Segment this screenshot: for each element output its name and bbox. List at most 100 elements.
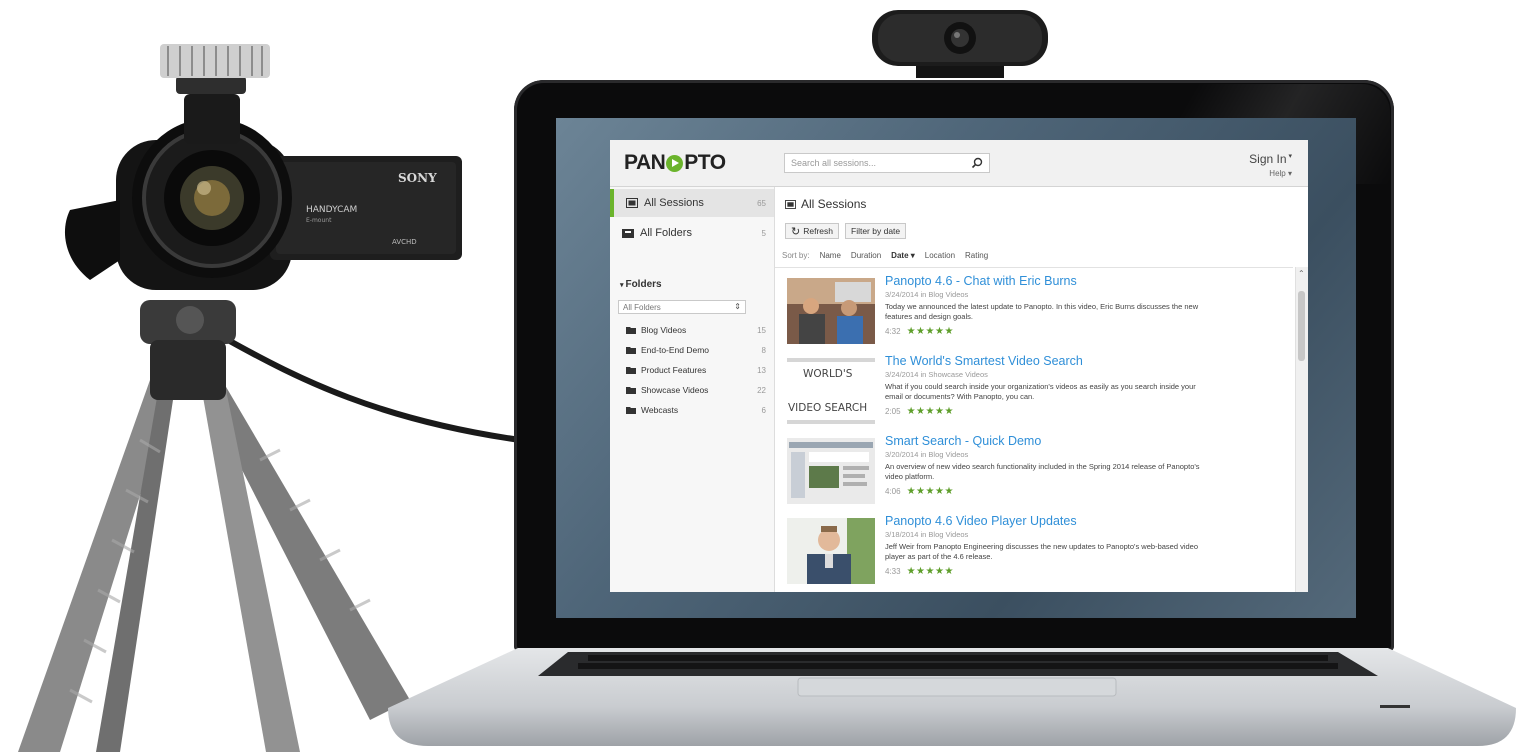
folder-label: Blog Videos <box>641 325 687 335</box>
folder-label: Webcasts <box>641 405 679 415</box>
session-date: 3/24/2014 <box>885 370 919 379</box>
camcorder-brand: SONY <box>398 171 437 185</box>
folder-label: Product Features <box>641 365 707 375</box>
session-duration: 4:06 <box>885 487 901 496</box>
session-folder-link[interactable]: Showcase Videos <box>928 370 987 379</box>
rating-stars-icon[interactable]: ★★★★★ <box>907 486 954 497</box>
panopto-app-window: PAN PTO Search all sessions... Sign In ▾… <box>610 140 1308 592</box>
help-label: Help <box>1269 169 1286 178</box>
sort-bar: Sort by: Name Duration Date ▾ Location R… <box>782 251 988 260</box>
search-placeholder: Search all sessions... <box>791 158 877 168</box>
refresh-button[interactable]: ↻ Refresh <box>785 223 839 239</box>
scroll-up-icon[interactable]: ⌃ <box>1298 269 1305 278</box>
session-title-link[interactable]: Smart Search - Quick Demo <box>885 434 1041 448</box>
folder-item-showcase-videos[interactable]: Showcase Videos 22 <box>626 381 766 399</box>
session-duration: 4:33 <box>885 567 901 576</box>
panopto-logo[interactable]: PAN PTO <box>624 151 726 175</box>
sidebar: All Sessions 65 All Folders 5 ▾ Folders … <box>610 187 775 592</box>
folder-count: 22 <box>757 385 766 395</box>
session-description: Jeff Weir from Panopto Engineering discu… <box>885 542 1199 561</box>
folder-item-product-features[interactable]: Product Features 13 <box>626 361 766 379</box>
laptop-keyboard-deck <box>388 648 1516 746</box>
session-title-link[interactable]: Panopto 4.6 - Chat with Eric Burns <box>885 274 1077 288</box>
session-duration: 2:05 <box>885 407 901 416</box>
sort-option-name[interactable]: Name <box>820 251 841 260</box>
play-logo-icon <box>666 154 684 172</box>
logo-text-left: PAN <box>624 151 666 174</box>
search-icon[interactable] <box>971 157 983 169</box>
video-thumbnail-image <box>787 518 875 584</box>
sidebar-item-all-sessions[interactable]: All Sessions 65 <box>610 189 774 217</box>
session-item[interactable]: Panopto 4.6 - Chat with Eric Burns 3/24/… <box>787 274 1287 354</box>
session-in: in <box>920 290 927 299</box>
sort-option-location[interactable]: Location <box>925 251 955 260</box>
video-thumbnail-image <box>787 278 875 344</box>
rating-stars-icon[interactable]: ★★★★★ <box>907 326 954 337</box>
rating-stars-icon[interactable]: ★★★★★ <box>907 566 954 577</box>
session-thumbnail[interactable] <box>787 438 875 504</box>
sidebar-item-all-folders[interactable]: All Folders 5 <box>610 219 774 247</box>
session-list-scrollbar[interactable]: ⌃ <box>1295 267 1308 592</box>
session-meta: 3/20/2014 in Blog Videos <box>885 450 968 459</box>
scrollbar-thumb[interactable] <box>1298 291 1305 361</box>
session-thumbnail[interactable] <box>787 518 875 584</box>
help-caret-icon: ▾ <box>1285 169 1292 178</box>
session-meta: 3/24/2014 in Showcase Videos <box>885 370 988 379</box>
folder-filter-select[interactable]: All Folders ⇕ <box>618 300 746 314</box>
video-thumbnail-image <box>787 438 875 504</box>
session-item[interactable]: Smart Search - Quick Demo 3/20/2014 in B… <box>787 434 1287 514</box>
sidebar-item-label: All Sessions <box>644 197 704 209</box>
session-footer: 4:33 ★★★★★ <box>885 566 954 577</box>
refresh-icon: ↻ <box>791 225 801 238</box>
filter-by-date-button[interactable]: Filter by date <box>845 223 907 239</box>
folders-toggle[interactable]: ▾ Folders <box>620 279 662 290</box>
sign-in-label: Sign In <box>1249 152 1287 166</box>
sort-option-date[interactable]: Date ▾ <box>891 251 915 260</box>
refresh-label: Refresh <box>803 226 833 236</box>
session-folder-link[interactable]: Blog Videos <box>928 290 968 299</box>
session-title-link[interactable]: Panopto 4.6 Video Player Updates <box>885 514 1077 528</box>
sidebar-item-count: 65 <box>757 198 766 208</box>
help-link[interactable]: Help ▾ <box>1269 169 1292 178</box>
session-meta: 3/18/2014 in Blog Videos <box>885 530 968 539</box>
folder-icon <box>626 386 636 394</box>
session-item[interactable]: WORLD'S VIDEO SEARCH The World's Smartes… <box>787 354 1287 434</box>
sort-option-duration[interactable]: Duration <box>851 251 881 260</box>
folder-label: Showcase Videos <box>641 385 709 395</box>
session-description: Today we announced the latest update to … <box>885 302 1199 321</box>
page-title-text: All Sessions <box>801 197 867 211</box>
folder-count: 6 <box>761 405 766 415</box>
folders-heading: Folders <box>625 279 662 290</box>
session-duration: 4:32 <box>885 327 901 336</box>
page-title: All Sessions <box>785 197 866 211</box>
session-folder-link[interactable]: Blog Videos <box>928 530 968 539</box>
session-footer: 4:32 ★★★★★ <box>885 326 954 337</box>
folder-count: 13 <box>757 365 766 375</box>
folder-item-end-to-end-demo[interactable]: End-to-End Demo 8 <box>626 341 766 359</box>
main-panel: All Sessions ↻ Refresh Filter by date Sor… <box>775 187 1308 592</box>
sort-option-rating[interactable]: Rating <box>965 251 988 260</box>
rating-stars-icon[interactable]: ★★★★★ <box>907 406 954 417</box>
folder-filter-value: All Folders <box>623 303 661 312</box>
session-title-link[interactable]: The World's Smartest Video Search <box>885 354 1083 368</box>
search-input[interactable]: Search all sessions... <box>784 153 990 173</box>
folder-icon <box>626 366 636 374</box>
camcorder-tripod-illustration: SONY HANDYCAM E-mount AVCHD <box>18 44 520 752</box>
folder-item-webcasts[interactable]: Webcasts 6 <box>626 401 766 419</box>
session-thumbnail[interactable] <box>787 278 875 344</box>
folders-icon <box>622 229 634 238</box>
sign-in-link[interactable]: Sign In ▾ <box>1249 152 1292 166</box>
sign-in-caret-icon: ▾ <box>1286 153 1292 160</box>
session-thumbnail[interactable]: WORLD'S VIDEO SEARCH <box>787 358 875 424</box>
folder-icon <box>626 326 636 334</box>
select-arrows-icon: ⇕ <box>734 302 741 311</box>
folder-count: 8 <box>761 345 766 355</box>
sessions-icon <box>785 199 796 209</box>
sidebar-item-count: 5 <box>761 228 766 238</box>
folder-item-blog-videos[interactable]: Blog Videos 15 <box>626 321 766 339</box>
session-description: What if you could search inside your org… <box>885 382 1196 401</box>
folder-label: End-to-End Demo <box>641 345 710 355</box>
session-item[interactable]: Panopto 4.6 Video Player Updates 3/18/20… <box>787 514 1287 592</box>
session-footer: 2:05 ★★★★★ <box>885 406 954 417</box>
session-folder-link[interactable]: Blog Videos <box>928 450 968 459</box>
